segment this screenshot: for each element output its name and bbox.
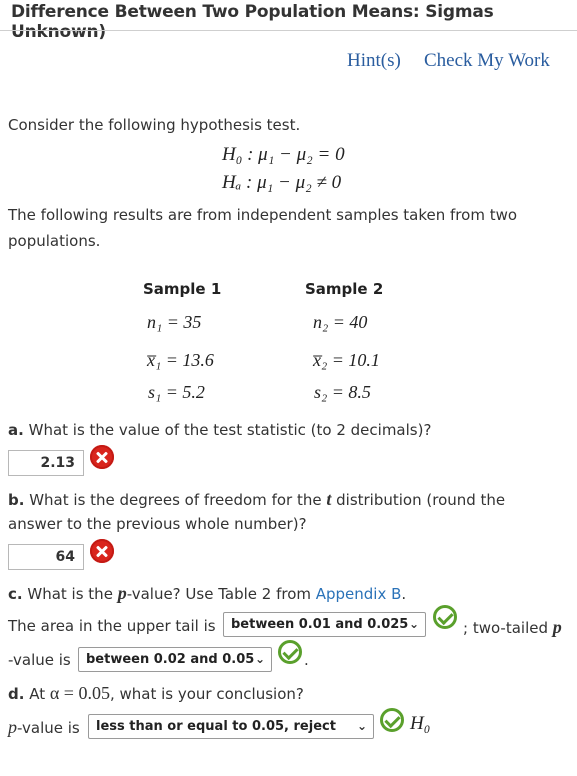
sample2-n: n₂ = 40 [313, 312, 368, 332]
question-b-text-1: What is the degrees of freedom for the [29, 491, 327, 509]
sample1-sd: s₁ = 5.2 [148, 382, 205, 402]
alternative-hypothesis: Hₐ : μ₁ − μ₂ ≠ 0 [222, 172, 342, 193]
question-d-text-2: , what is your conclusion? [109, 685, 304, 703]
sample1-n: n₁ = 35 [147, 312, 202, 332]
question-b: b. What is the degrees of freedom for th… [8, 489, 505, 510]
question-a-letter: a. [8, 421, 24, 439]
question-a: a. What is the value of the test statist… [8, 421, 431, 439]
chevron-down-icon: ⌄ [356, 719, 367, 733]
sample1-header: Sample 1 [143, 280, 222, 298]
conclusion-select[interactable]: less than or equal to 0.05, reject ⌄ [88, 714, 374, 739]
question-c-text-1: What is the [27, 585, 118, 603]
null-hypothesis: H₀ : μ₁ − μ₂ = 0 [222, 144, 345, 165]
answer-a-input[interactable]: 2.13 [8, 450, 84, 476]
alpha-value: α = 0.05 [49, 683, 110, 703]
h0-symbol: H₀ [410, 713, 431, 734]
page-title: Difference Between Two Population Means:… [11, 2, 494, 42]
question-d-text-1: At [29, 685, 50, 703]
hints-link[interactable]: Hint(s) [347, 50, 401, 72]
conclusion-value: less than or equal to 0.05, reject [96, 719, 336, 734]
question-c-text-2: -value? Use Table 2 from [126, 585, 316, 603]
intro-text: Consider the following hypothesis test. [8, 116, 301, 134]
title-divider [0, 30, 577, 31]
question-b-letter: b. [8, 491, 25, 509]
intro-text-2: The following results are from independe… [8, 206, 518, 224]
question-d-letter: d. [8, 685, 25, 703]
value-is-text: -value is [17, 719, 80, 737]
sample2-header: Sample 2 [305, 280, 384, 298]
question-b-text-2: distribution (round the [331, 491, 506, 509]
question-c-text-3: . [401, 585, 407, 603]
question-d: d. At α = 0.05, what is your conclusion? [8, 683, 304, 704]
p-symbol: p [8, 717, 17, 737]
upper-tail-value: between 0.01 and 0.025 [231, 617, 409, 632]
incorrect-icon [90, 539, 114, 563]
p-symbol: p [117, 583, 127, 603]
answer-b-input[interactable]: 64 [8, 544, 84, 570]
intro-text-3: populations. [8, 232, 101, 250]
chevron-down-icon: ⌄ [408, 617, 419, 631]
question-c: c. What is the p-value? Use Table 2 from… [8, 583, 406, 604]
check-my-work-link[interactable]: Check My Work [424, 50, 550, 72]
sample2-mean: x̅₂ = 10.1 [313, 350, 380, 370]
correct-icon [433, 605, 457, 629]
question-b-line2: answer to the previous whole number)? [8, 515, 307, 533]
question-a-text: What is the value of the test statistic … [28, 421, 432, 439]
upper-tail-select[interactable]: between 0.01 and 0.025 ⌄ [223, 612, 426, 637]
p-value-is-label: p-value is [8, 717, 80, 738]
value-is-label: -value is [8, 651, 71, 669]
two-tailed-label: ; two-tailed p [463, 617, 562, 638]
period: . [304, 651, 309, 669]
sample2-sd: s₂ = 8.5 [314, 382, 371, 402]
two-tailed-value: between 0.02 and 0.05 [86, 652, 255, 667]
chevron-down-icon: ⌄ [254, 652, 265, 666]
p-symbol: p [552, 617, 562, 637]
appendix-b-link[interactable]: Appendix B [316, 585, 402, 603]
upper-tail-label: The area in the upper tail is [8, 617, 216, 635]
two-tailed-select[interactable]: between 0.02 and 0.05 ⌄ [78, 647, 272, 672]
incorrect-icon [90, 445, 114, 469]
two-tailed-text: ; two-tailed [463, 619, 548, 637]
correct-icon [380, 708, 404, 732]
sample1-mean: x̅₁ = 13.6 [147, 350, 214, 370]
question-c-letter: c. [8, 585, 23, 603]
correct-icon [278, 640, 302, 664]
